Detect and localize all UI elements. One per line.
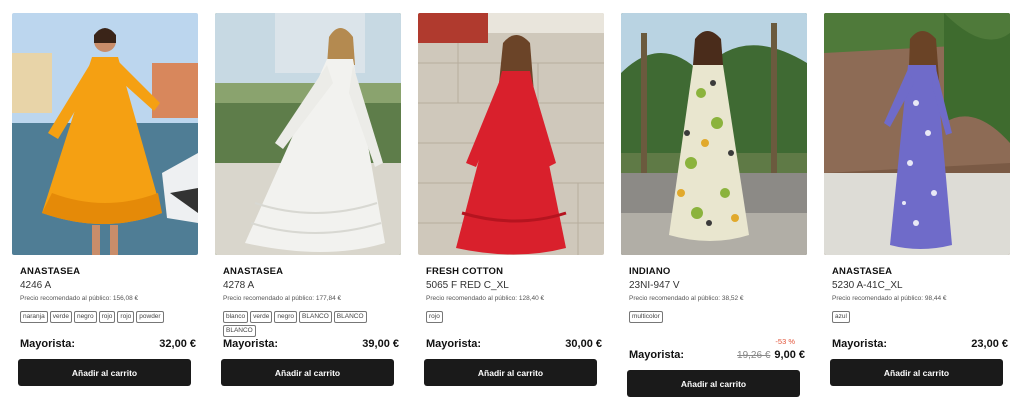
product-image[interactable] — [418, 13, 604, 255]
add-to-cart-button[interactable]: Añadir al carrito — [18, 359, 191, 386]
color-tag[interactable]: verde — [250, 311, 273, 323]
color-tag[interactable]: negro — [73, 311, 97, 323]
color-tag[interactable]: blanco — [223, 311, 249, 323]
wholesale-price: 9,00 € — [774, 349, 805, 361]
product-image[interactable] — [824, 13, 1010, 255]
product-reference[interactable]: 23NI-947 V — [629, 280, 807, 291]
add-to-cart-button[interactable]: Añadir al carrito — [830, 359, 1003, 386]
wholesale-price: 32,00 € — [159, 338, 196, 350]
product-brand[interactable]: ANASTASEA — [832, 266, 1010, 277]
color-tag[interactable]: BLANCO — [333, 311, 367, 323]
color-tag[interactable]: naranja — [20, 311, 48, 323]
add-to-cart-button[interactable]: Añadir al carrito — [221, 359, 394, 386]
product-image[interactable] — [215, 13, 401, 255]
wholesale-label: Mayorista: — [223, 338, 279, 350]
color-tag[interactable]: azul — [832, 311, 850, 323]
recommended-price: Precio recomendado al público: 38,52 € — [629, 295, 744, 302]
wholesale-label: Mayorista: — [832, 338, 888, 350]
wholesale-label: Mayorista: — [629, 349, 685, 361]
color-tags: naranja verde negro rojo rojo powder — [20, 311, 192, 323]
product-brand[interactable]: FRESH COTTON — [426, 266, 604, 277]
product-reference[interactable]: 4278 A — [223, 280, 401, 291]
color-tag[interactable]: multicolor — [629, 311, 663, 323]
product-reference[interactable]: 5230 A-41C_XL — [832, 280, 1010, 291]
color-tags: blanco verde negro BLANCO BLANCO BLANCO — [223, 311, 395, 337]
product-reference[interactable]: 5065 F RED C_XL — [426, 280, 604, 291]
wholesale-price-row: Mayorista: 32,00 € — [20, 338, 196, 350]
color-tag[interactable]: rojo — [98, 311, 116, 323]
product-brand[interactable]: INDIANO — [629, 266, 807, 277]
product-card: ANASTASEA 4278 A Precio recomendado al p… — [215, 13, 401, 386]
product-card: INDIANO 23NI-947 V Precio recomendado al… — [621, 13, 807, 397]
color-tag[interactable]: powder — [136, 311, 164, 323]
wholesale-price-row: Mayorista: 39,00 € — [223, 338, 399, 350]
wholesale-price-row: Mayorista: 19,26 €9,00 € — [629, 349, 805, 361]
wholesale-price-row: Mayorista: 23,00 € — [832, 338, 1008, 350]
color-tags: multicolor — [629, 311, 801, 323]
color-tag[interactable]: rojo — [426, 311, 443, 323]
product-grid: ANASTASEA 4246 A Precio recomendado al p… — [0, 0, 1024, 404]
color-tag[interactable]: BLANCO — [223, 325, 256, 337]
product-image[interactable] — [12, 13, 198, 255]
wholesale-price: 30,00 € — [565, 338, 602, 350]
product-image[interactable] — [621, 13, 807, 255]
product-brand[interactable]: ANASTASEA — [20, 266, 198, 277]
recommended-price: Precio recomendado al público: 98,44 € — [832, 295, 947, 302]
recommended-price: Precio recomendado al público: 156,08 € — [20, 295, 139, 302]
product-reference[interactable]: 4246 A — [20, 280, 198, 291]
original-price: 19,26 € — [737, 350, 771, 361]
recommended-price: Precio recomendado al público: 177,84 € — [223, 295, 342, 302]
product-card: ANASTASEA 5230 A-41C_XL Precio recomenda… — [824, 13, 1010, 386]
color-tag[interactable]: verde — [49, 311, 72, 323]
add-to-cart-button[interactable]: Añadir al carrito — [627, 370, 800, 397]
color-tag[interactable]: BLANCO — [299, 311, 332, 323]
discount-badge: -53 % — [775, 337, 795, 346]
color-tag[interactable]: negro — [274, 311, 298, 323]
wholesale-price: 39,00 € — [362, 338, 399, 350]
add-to-cart-button[interactable]: Añadir al carrito — [424, 359, 597, 386]
wholesale-price-row: Mayorista: 30,00 € — [426, 338, 602, 350]
wholesale-label: Mayorista: — [20, 338, 76, 350]
wholesale-label: Mayorista: — [426, 338, 482, 350]
color-tag[interactable]: rojo — [117, 311, 135, 323]
recommended-price: Precio recomendado al público: 128,40 € — [426, 295, 545, 302]
wholesale-price-group: 19,26 €9,00 € — [737, 349, 805, 361]
product-card: ANASTASEA 4246 A Precio recomendado al p… — [12, 13, 198, 386]
product-card: FRESH COTTON 5065 F RED C_XL Precio reco… — [418, 13, 604, 386]
wholesale-price: 23,00 € — [971, 338, 1008, 350]
color-tags: rojo — [426, 311, 598, 323]
product-brand[interactable]: ANASTASEA — [223, 266, 401, 277]
color-tags: azul — [832, 311, 1004, 323]
